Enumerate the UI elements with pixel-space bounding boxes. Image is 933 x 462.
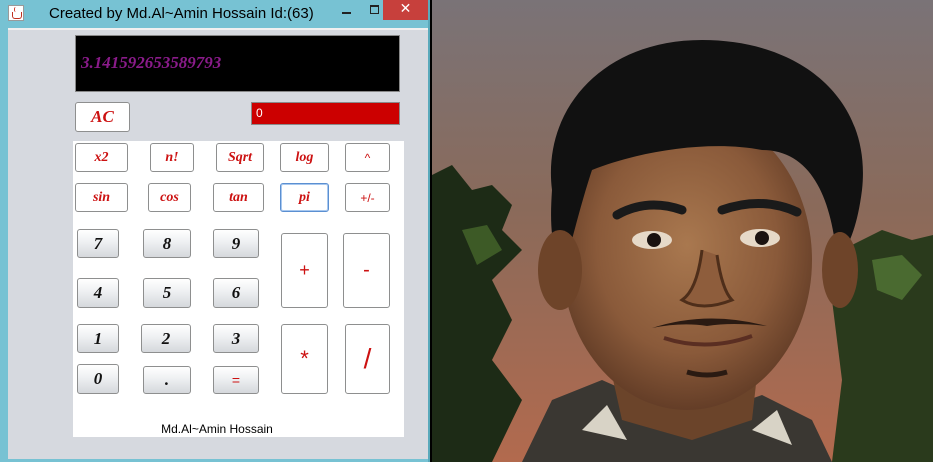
digit-2-button[interactable]: 2 <box>141 324 191 353</box>
digit-7-button[interactable]: 7 <box>77 229 119 258</box>
author-label: Md.Al~Amin Hossain <box>161 422 273 436</box>
digit-0-button[interactable]: 0 <box>77 364 119 394</box>
pi-button[interactable]: pi <box>280 183 329 212</box>
equals-button[interactable]: = <box>213 366 259 394</box>
java-cup-icon <box>8 5 24 21</box>
digit-6-button[interactable]: 6 <box>213 278 259 308</box>
sign-toggle-button[interactable]: +/- <box>345 183 390 212</box>
power-button[interactable]: ^ <box>345 143 390 172</box>
clear-all-button[interactable]: AC <box>75 102 130 132</box>
tan-button[interactable]: tan <box>213 183 264 212</box>
multiply-button[interactable]: * <box>281 324 328 394</box>
sqrt-button[interactable]: Sqrt <box>216 143 264 172</box>
minimize-button[interactable] <box>334 4 358 18</box>
digit-8-button[interactable]: 8 <box>143 229 191 258</box>
secondary-value-field[interactable]: 0 <box>251 102 400 125</box>
digit-3-button[interactable]: 3 <box>213 324 259 353</box>
subtract-button[interactable]: - <box>343 233 390 308</box>
window-title: Created by Md.Al~Amin Hossain Id:(63) <box>49 5 314 22</box>
square-button[interactable]: x2 <box>75 143 128 172</box>
close-icon: ✕ <box>399 1 412 17</box>
add-button[interactable]: + <box>281 233 328 308</box>
digit-9-button[interactable]: 9 <box>213 229 259 258</box>
digit-4-button[interactable]: 4 <box>77 278 119 308</box>
digit-1-button[interactable]: 1 <box>77 324 119 353</box>
log-button[interactable]: log <box>280 143 329 172</box>
divide-button[interactable]: / <box>345 324 390 394</box>
display-value: 3.141592653589793 <box>81 53 222 72</box>
decimal-point-button[interactable]: . <box>143 366 191 394</box>
portrait-photo <box>432 0 933 462</box>
digit-5-button[interactable]: 5 <box>143 278 191 308</box>
close-button[interactable]: ✕ <box>383 0 428 20</box>
sin-button[interactable]: sin <box>75 183 128 212</box>
title-bar[interactable]: Created by Md.Al~Amin Hossain Id:(63) ✕ <box>0 0 430 28</box>
cos-button[interactable]: cos <box>148 183 191 212</box>
result-display: 3.141592653589793 <box>75 35 400 92</box>
portrait-image <box>432 0 933 462</box>
factorial-button[interactable]: n! <box>150 143 194 172</box>
